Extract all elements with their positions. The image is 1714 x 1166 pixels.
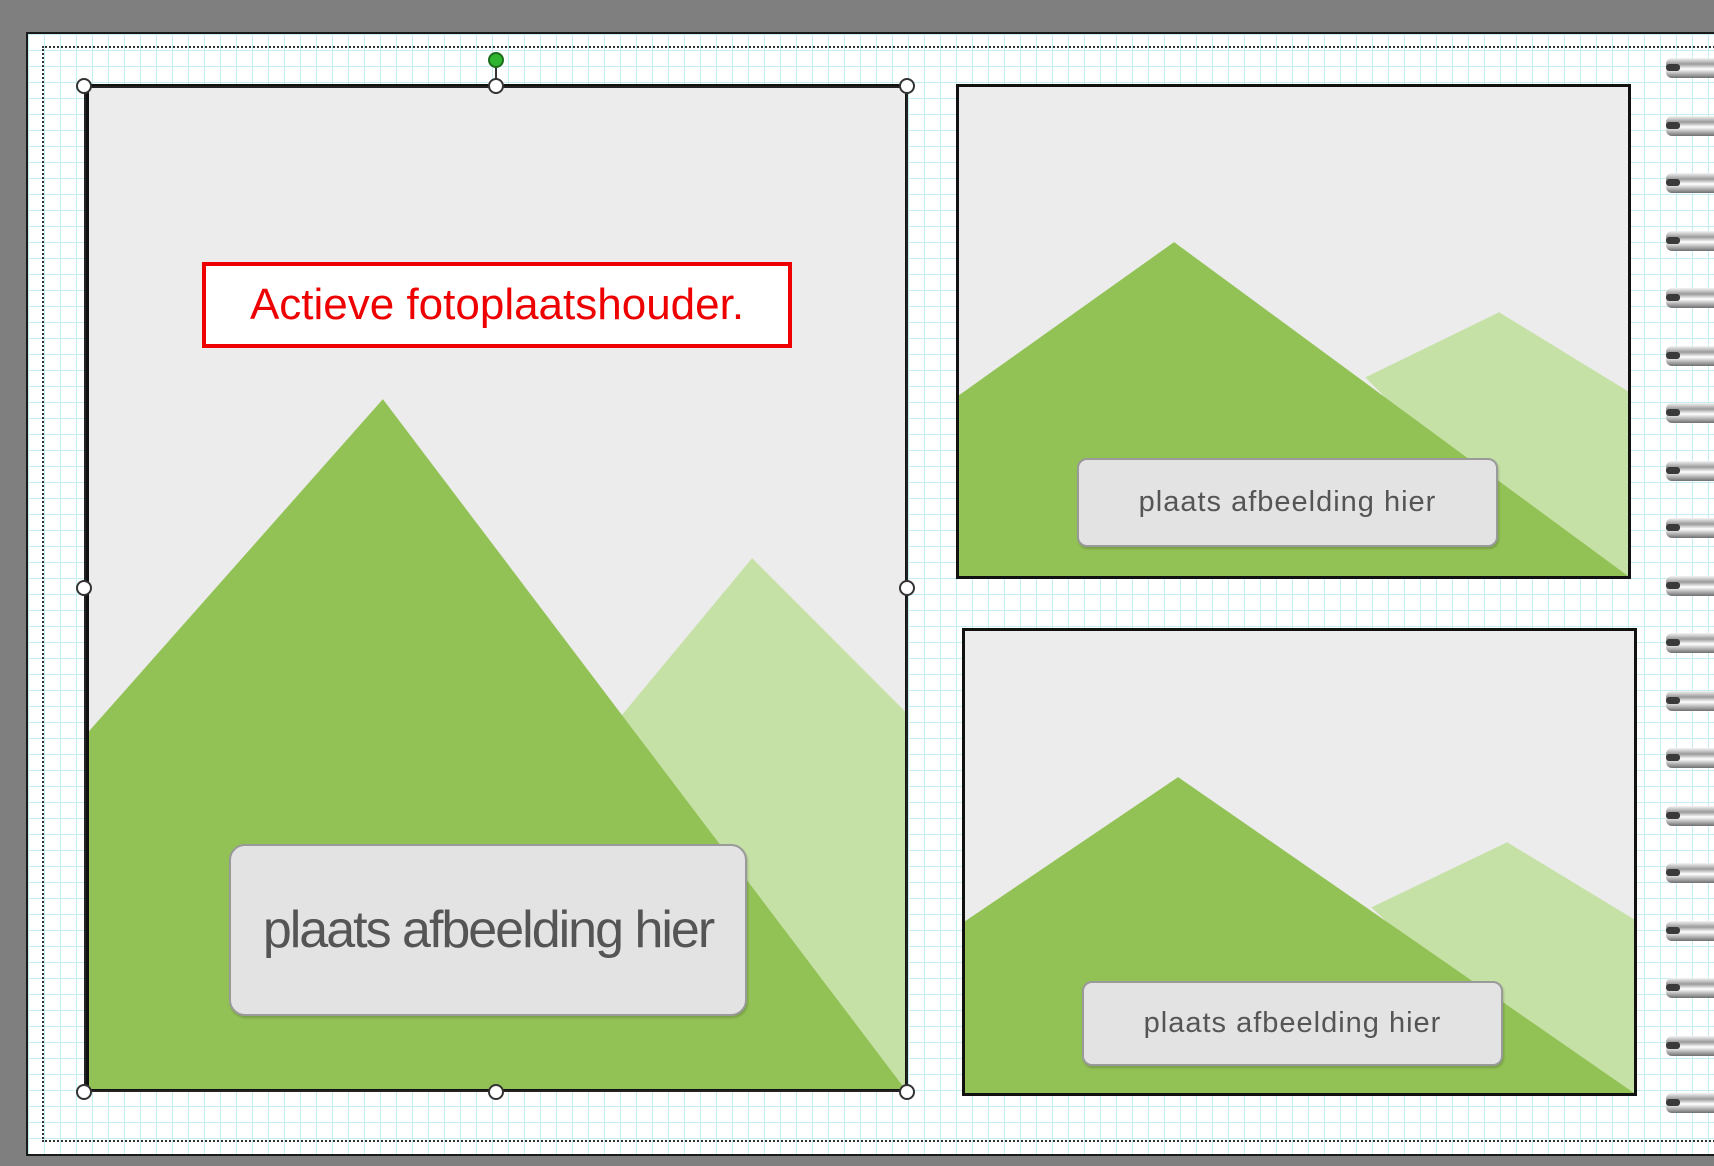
resize-handle-top-left-icon[interactable] xyxy=(76,78,92,94)
spiral-coil xyxy=(1666,978,1714,998)
spiral-coil xyxy=(1666,288,1714,308)
spiral-coil xyxy=(1666,633,1714,653)
resize-handle-bottom-right-icon[interactable] xyxy=(899,1084,915,1100)
spiral-binding-icon xyxy=(1664,48,1714,1128)
resize-handle-left-icon[interactable] xyxy=(76,580,92,596)
spiral-coil xyxy=(1666,748,1714,768)
spiral-coil xyxy=(1666,460,1714,481)
spiral-coil xyxy=(1666,690,1714,711)
spiral-coil xyxy=(1666,230,1714,251)
spiral-coil xyxy=(1666,345,1714,366)
spiral-coil xyxy=(1666,863,1714,883)
spiral-coil xyxy=(1666,805,1714,826)
spiral-coil xyxy=(1666,1035,1714,1056)
rotate-handle-icon[interactable] xyxy=(488,52,504,68)
spiral-coil xyxy=(1666,575,1714,596)
resize-handle-right-icon[interactable] xyxy=(899,580,915,596)
spiral-coil xyxy=(1666,403,1714,423)
annotation-callout: Actieve fotoplaatshouder. xyxy=(202,262,792,348)
spiral-coil xyxy=(1666,173,1714,193)
photo-placeholder-main[interactable]: plaats afbeelding hier xyxy=(86,84,908,1092)
spiral-coil xyxy=(1666,58,1714,78)
photo-placeholder-bottom-right[interactable]: plaats afbeelding hier xyxy=(962,628,1637,1096)
spiral-coil xyxy=(1666,115,1714,136)
photo-placeholder-top-right[interactable]: plaats afbeelding hier xyxy=(956,84,1631,579)
spiral-coil xyxy=(1666,518,1714,538)
resize-handle-top-right-icon[interactable] xyxy=(899,78,915,94)
editor-canvas[interactable]: plaats afbeelding hier plaats afbeelding… xyxy=(0,0,1714,1166)
resize-handle-top-icon[interactable] xyxy=(488,78,504,94)
placeholder-label[interactable]: plaats afbeelding hier xyxy=(229,844,747,1016)
placeholder-label[interactable]: plaats afbeelding hier xyxy=(1077,458,1498,547)
spiral-coil xyxy=(1666,920,1714,941)
resize-handle-bottom-icon[interactable] xyxy=(488,1084,504,1100)
placeholder-label[interactable]: plaats afbeelding hier xyxy=(1082,981,1503,1066)
resize-handle-bottom-left-icon[interactable] xyxy=(76,1084,92,1100)
spiral-coil xyxy=(1666,1093,1714,1113)
